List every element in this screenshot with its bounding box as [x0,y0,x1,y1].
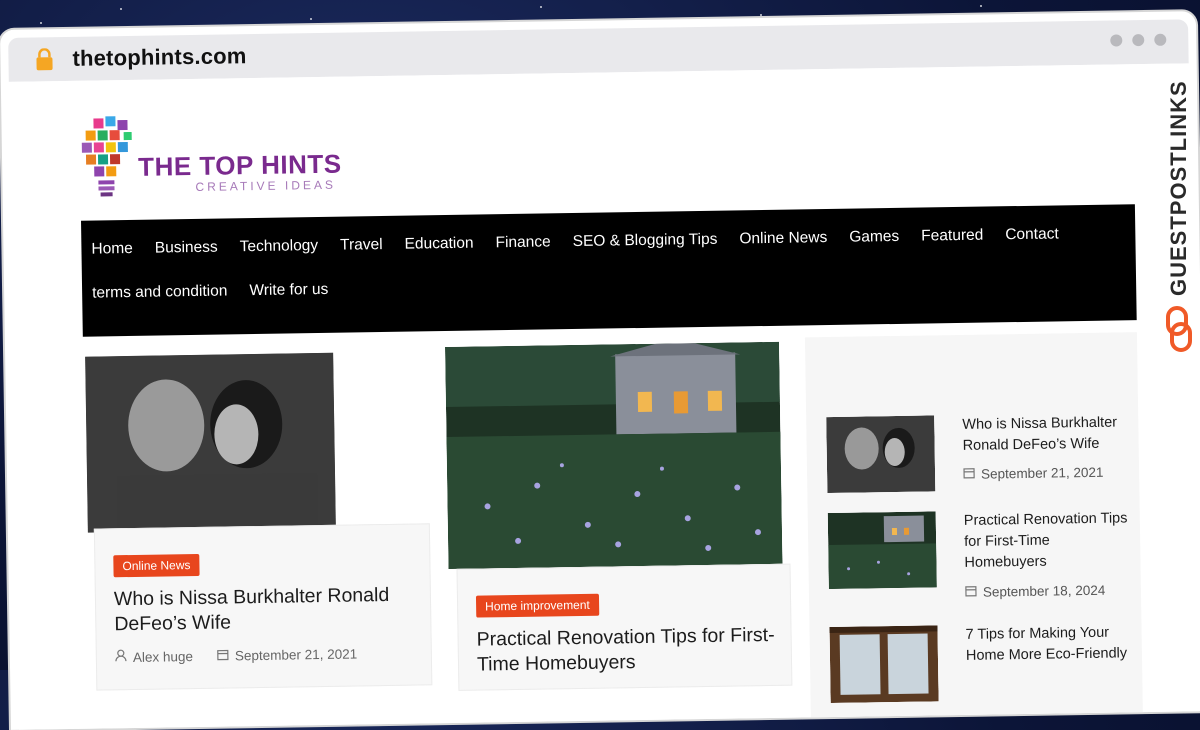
calendar-icon [965,585,977,600]
post-author[interactable]: Alex huge [133,649,193,665]
nav-item-business[interactable]: Business [152,224,229,269]
post-meta-box: Home improvement Practical Renovation Ti… [457,564,793,691]
post-image-couple[interactable] [85,353,336,533]
lock-icon [34,48,54,70]
window-dot-icon[interactable] [1132,34,1144,46]
nav-item-education[interactable]: Education [402,220,485,265]
nav-item-featured[interactable]: Featured [919,212,995,257]
sidebar-post-item[interactable]: Practical Renovation Tips for First-Time… [828,508,1130,623]
nav-item-travel[interactable]: Travel [338,222,394,267]
sidebar-post-date[interactable]: September 18, 2024 [983,583,1106,600]
logo-subtitle: CREATIVE IDEAS [195,178,336,194]
sidebar-post-meta: September 18, 2024 [965,583,1106,600]
sidebar-post-date[interactable]: September 21, 2021 [981,465,1104,482]
link-chain-icon [1164,306,1194,352]
address-bar[interactable]: thetophints.com [72,43,246,72]
user-icon [115,649,127,665]
watermark: GUESTPOSTLINKS [1162,56,1196,356]
sidebar-post-title[interactable]: Practical Renovation Tips for First-Time… [964,508,1130,574]
web-page: THE TOP HINTS CREATIVE IDEAS Home Busine… [9,63,1199,729]
post-date[interactable]: September 21, 2021 [235,646,358,663]
post-title[interactable]: Who is Nissa Burkhalter Ronald DeFeo’s W… [114,583,405,638]
sidebar-thumb-window[interactable] [829,625,938,703]
nav-item-home[interactable]: Home [89,226,144,271]
nav-item-write-for-us[interactable]: Write for us [247,267,340,312]
recent-posts-sidebar: Who is Nissa Burkhalter Ronald DeFeo’s W… [805,332,1143,717]
nav-item-finance[interactable]: Finance [493,219,562,264]
post-meta-box: Online News Who is Nissa Burkhalter Rona… [94,523,433,690]
calendar-icon [963,467,975,482]
window-dot-icon[interactable] [1154,34,1166,46]
nav-item-terms[interactable]: terms and condition [90,268,239,314]
calendar-icon [217,648,229,663]
nav-item-technology[interactable]: Technology [237,223,329,268]
sidebar-post-title[interactable]: Who is Nissa Burkhalter Ronald DeFeo’s W… [962,412,1128,457]
post-title[interactable]: Practical Renovation Tips for First-Time… [476,623,777,678]
sidebar-thumb-house[interactable] [828,511,937,589]
post-card: Home improvement Practical Renovation Ti… [445,342,790,687]
nav-item-games[interactable]: Games [847,214,911,259]
post-card: Online News Who is Nissa Burkhalter Rona… [85,351,430,686]
sidebar-post-title[interactable]: 7 Tips for Making Your Home More Eco-Fri… [965,622,1131,667]
nav-item-seo-blogging-tips[interactable]: SEO & Blogging Tips [570,217,728,263]
window-controls [1110,34,1166,47]
category-badge[interactable]: Online News [113,554,199,577]
sidebar-post-item[interactable]: 7 Tips for Making Your Home More Eco-Fri… [829,622,1131,729]
browser-window: thetophints.com [0,11,1200,730]
nav-item-contact[interactable]: Contact [1003,211,1070,256]
site-logo[interactable]: THE TOP HINTS CREATIVE IDEAS [79,111,340,205]
sidebar-post-meta: September 21, 2021 [963,465,1104,482]
sidebar-thumb-couple[interactable] [826,415,935,493]
watermark-text: GUESTPOSTLINKS [1166,80,1192,296]
post-image-house[interactable] [445,342,782,569]
nav-item-online-news[interactable]: Online News [737,215,839,261]
main-navigation: Home Business Technology Travel Educatio… [81,204,1137,337]
category-badge[interactable]: Home improvement [476,594,599,618]
window-dot-icon[interactable] [1110,34,1122,46]
